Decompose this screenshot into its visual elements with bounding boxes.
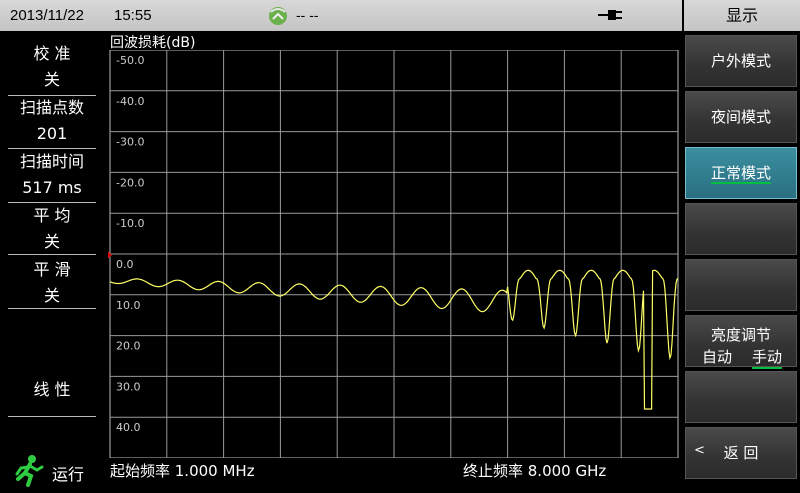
return-loss-plot: -50.0 -40.0 -30.0 -20.0 -10.0 0.0 10.0 20.0 30.0… xyxy=(108,50,679,458)
empty-softkey-3[interactable] xyxy=(685,371,797,423)
gps-satellite-icon xyxy=(266,4,290,32)
night-mode-label: 夜间模式 xyxy=(710,108,771,126)
gps-status-text: -- -- xyxy=(296,7,319,23)
running-man-icon xyxy=(12,453,46,491)
sweep-time-value[interactable]: 517 ms xyxy=(8,175,96,201)
left-parameter-panel: 校 准 关 扫描点数 201 扫描时间 517 ms 平 均 关 平 滑 关 线… xyxy=(0,31,108,487)
run-button[interactable]: 运行 xyxy=(8,449,96,493)
y-tick-label: -20.0 xyxy=(116,176,144,189)
brightness-label: 亮度调节 xyxy=(710,326,771,344)
back-arrow-icon: < xyxy=(694,443,705,458)
y-tick-label: -30.0 xyxy=(116,136,144,149)
normal-mode-button[interactable]: 正常模式 xyxy=(685,147,797,199)
empty-softkey-2[interactable] xyxy=(685,259,797,311)
y-tick-label: -40.0 xyxy=(116,95,144,108)
sweep-time-label[interactable]: 扫描时间 xyxy=(8,149,96,175)
empty-softkey-1[interactable] xyxy=(685,203,797,255)
power-plug-icon xyxy=(596,6,626,28)
brightness-manual-label: 手动 xyxy=(752,346,783,369)
softkey-panel: 户外模式 夜间模式 正常模式 亮度调节 自动 手动 < 返 回 xyxy=(682,31,800,480)
smooth-label[interactable]: 平 滑 xyxy=(8,257,96,283)
time-text: 15:55 xyxy=(114,7,152,24)
sweep-points-value[interactable]: 201 xyxy=(8,121,96,147)
y-tick-label: 30.0 xyxy=(116,380,141,393)
outdoor-mode-button[interactable]: 户外模式 xyxy=(685,35,797,87)
outdoor-mode-label: 户外模式 xyxy=(710,52,771,70)
run-label: 运行 xyxy=(52,465,85,484)
divider xyxy=(8,308,96,309)
y-tick-label: 10.0 xyxy=(116,299,141,312)
brightness-button[interactable]: 亮度调节 自动 手动 xyxy=(685,315,797,369)
sweep-points-label[interactable]: 扫描点数 xyxy=(8,95,96,121)
plot-title: 回波损耗(dB) xyxy=(110,35,196,51)
normal-mode-label: 正常模式 xyxy=(710,164,771,184)
average-value[interactable]: 关 xyxy=(8,229,96,255)
brightness-auto-label: 自动 xyxy=(702,348,733,366)
divider xyxy=(8,416,96,417)
status-bar: 2013/11/22 15:55 -- -- xyxy=(0,0,682,31)
calibration-value[interactable]: 关 xyxy=(8,67,96,93)
scale-mode-label[interactable]: 线 性 xyxy=(8,377,96,403)
y-tick-label: -50.0 xyxy=(116,54,144,67)
y-tick-label: 40.0 xyxy=(116,421,141,434)
menu-title: 显示 xyxy=(684,0,800,31)
y-tick-label: 20.0 xyxy=(116,340,141,353)
smooth-value[interactable]: 关 xyxy=(8,283,96,309)
stop-frequency[interactable]: 终止频率 8.000 GHz xyxy=(463,460,606,481)
back-button[interactable]: < 返 回 xyxy=(685,427,797,479)
date-text: 2013/11/22 xyxy=(10,7,84,24)
calibration-label[interactable]: 校 准 xyxy=(8,41,96,67)
start-frequency[interactable]: 起始频率 1.000 MHz xyxy=(110,460,255,481)
y-tick-label: 0.0 xyxy=(116,258,134,271)
divider xyxy=(8,254,96,255)
night-mode-button[interactable]: 夜间模式 xyxy=(685,91,797,143)
average-label[interactable]: 平 均 xyxy=(8,203,96,229)
y-tick-label: -10.0 xyxy=(116,217,144,230)
